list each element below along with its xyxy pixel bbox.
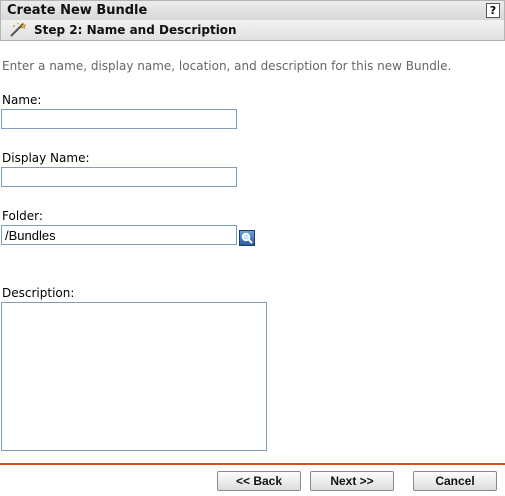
dialog-title: Create New Bundle [7, 3, 148, 18]
cancel-button[interactable]: Cancel [413, 471, 497, 491]
description-field[interactable] [1, 302, 267, 451]
name-field[interactable] [1, 109, 237, 129]
folder-field[interactable] [1, 225, 237, 245]
folder-label: Folder: [2, 209, 43, 223]
magic-wand-icon [9, 22, 27, 38]
name-label: Name: [2, 93, 42, 107]
footer-divider [0, 463, 505, 465]
display-name-label: Display Name: [2, 151, 90, 165]
back-button[interactable]: << Back [217, 471, 301, 491]
folder-browse-button[interactable] [239, 230, 255, 246]
step-title: Step 2: Name and Description [34, 23, 237, 37]
help-button[interactable]: ? [486, 3, 500, 18]
intro-text: Enter a name, display name, location, an… [2, 59, 452, 73]
magnifier-icon [240, 231, 254, 245]
display-name-field[interactable] [1, 167, 237, 187]
step-header: Step 2: Name and Description [0, 20, 505, 41]
dialog-title-bar: Create New Bundle ? [0, 0, 505, 20]
description-label: Description: [2, 286, 75, 300]
next-button[interactable]: Next >> [310, 471, 394, 491]
